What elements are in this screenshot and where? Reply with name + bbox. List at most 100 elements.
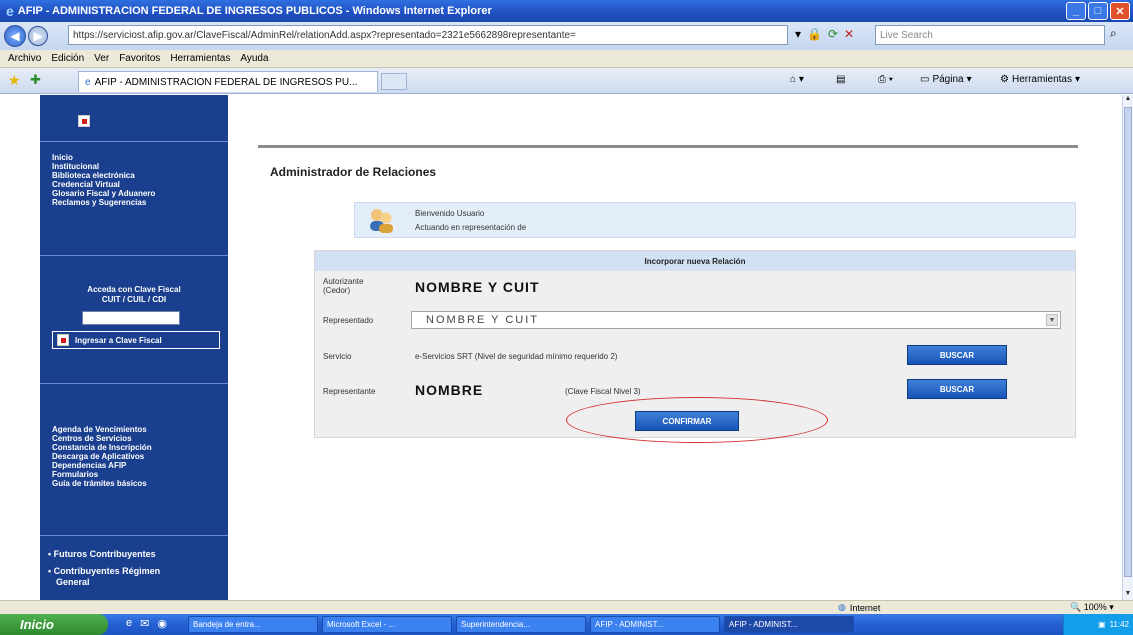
zone-label: Internet (849, 602, 881, 613)
vertical-scrollbar[interactable]: ▲ ▼ (1122, 95, 1133, 600)
scroll-up-icon[interactable]: ▲ (1124, 95, 1132, 105)
sidebar-item-biblioteca[interactable]: Biblioteca electrónica (52, 171, 155, 180)
clave-nivel: (Clave Fiscal Nivel 3) (565, 387, 641, 396)
page-menu-icon: ▭ (920, 74, 930, 85)
users-icon (370, 209, 393, 233)
sidebar-item-futuros[interactable]: • Futuros Contribuyentes (48, 549, 160, 560)
sidebar-item-centros[interactable]: Centros de Servicios (52, 434, 152, 443)
cuit-input[interactable] (82, 311, 180, 325)
sidebar-item-regimen[interactable]: • Contribuyentes Régimen (48, 566, 160, 577)
autorizante-value: NOMBRE Y CUIT (415, 279, 540, 295)
sidebar-mid-links: Agenda de Vencimientos Centros de Servic… (52, 425, 152, 488)
menu-ver[interactable]: Ver (94, 53, 109, 64)
zone-status: ◍ Internet (838, 602, 880, 613)
page-menu-label: Página (932, 74, 964, 85)
tab-afip[interactable]: e AFIP - ADMINISTRACION FEDERAL DE INGRE… (78, 71, 378, 92)
lock-icon[interactable]: 🔒 (807, 27, 822, 41)
gear-icon: ⚙ (1000, 74, 1009, 85)
ie-window: e AFIP - ADMINISTRACION FEDERAL DE INGRE… (0, 0, 1133, 635)
menu-favoritos[interactable]: Favoritos (119, 53, 160, 64)
sidebar-item-formularios[interactable]: Formularios (52, 470, 152, 479)
print-icon[interactable]: ⎙ ▾ (878, 74, 893, 85)
search-input[interactable]: Live Search (875, 25, 1105, 45)
ie-quick-icon[interactable]: e (126, 617, 132, 630)
sidebar-item-descarga[interactable]: Descarga de Aplicativos (52, 452, 152, 461)
sidebar-item-glosario[interactable]: Glosario Fiscal y Aduanero (52, 189, 155, 198)
sidebar-item-credencial[interactable]: Credencial Virtual (52, 180, 155, 189)
status-bar: ◍ Internet 🔍 100% ▾ (0, 600, 1133, 614)
menu-bar: Archivo Edición Ver Favoritos Herramient… (0, 50, 1133, 68)
back-button[interactable]: ◀ (4, 25, 26, 47)
sidebar-divider (40, 383, 228, 384)
tools-menu[interactable]: ⚙ Herramientas ▾ (1000, 74, 1080, 85)
representante-label: Representante (323, 387, 376, 396)
login-button[interactable]: Ingresar a Clave Fiscal (52, 331, 220, 349)
menu-archivo[interactable]: Archivo (8, 53, 41, 64)
sidebar-item-reclamos[interactable]: Reclamos y Sugerencias (52, 198, 155, 207)
network-icon[interactable]: ▣ (1098, 620, 1106, 629)
sidebar-item-constancia[interactable]: Constancia de Inscripción (52, 443, 152, 452)
welcome-user: Bienvenido Usuario (415, 209, 485, 218)
sidebar-item-dependencias[interactable]: Dependencias AFIP (52, 461, 152, 470)
address-bar[interactable]: https://serviciost.afip.gov.ar/ClaveFisc… (68, 25, 788, 45)
login-title: Acceda con Clave Fiscal (87, 285, 181, 294)
window-controls: _ □ ✕ (1066, 2, 1130, 20)
menu-herramientas[interactable]: Herramientas (170, 53, 230, 64)
task-afip-2[interactable]: AFIP - ADMINIST... (724, 616, 854, 633)
ie-logo-icon: e (6, 3, 14, 19)
new-tab-button[interactable] (381, 73, 407, 90)
clock: 11:42 (1109, 620, 1129, 629)
page-menu[interactable]: ▭ Página ▾ (920, 74, 972, 85)
dropdown-icon[interactable]: ▾ (795, 27, 801, 41)
buscar-representante-button[interactable]: BUSCAR (907, 379, 1007, 399)
representado-select[interactable]: NOMBRE Y CUIT ▼ (411, 311, 1061, 329)
minimize-icon[interactable]: _ (1066, 2, 1086, 20)
page-content: Inicio Institucional Biblioteca electrón… (0, 95, 1122, 600)
start-label: Inicio (20, 617, 54, 632)
feeds-icon[interactable]: ▤ (836, 74, 845, 85)
task-outlook[interactable]: Bandeja de entra... (188, 616, 318, 633)
zoom-control[interactable]: 🔍 100% ▾ (1070, 602, 1114, 613)
login-subtitle: CUIT / CUIL / CDI (101, 295, 167, 304)
buscar-servicio-button[interactable]: BUSCAR (907, 345, 1007, 365)
page-title: Administrador de Relaciones (270, 165, 437, 179)
chevron-down-icon: ▼ (1046, 314, 1058, 326)
stop-icon[interactable]: ✕ (844, 27, 854, 41)
sidebar-item-institucional[interactable]: Institucional (52, 162, 155, 171)
representado-value: NOMBRE Y CUIT (426, 314, 539, 326)
home-icon[interactable]: ⌂ ▾ (790, 74, 804, 85)
chevron-down-icon: ▾ (966, 74, 972, 85)
tools-menu-label: Herramientas (1011, 74, 1072, 85)
menu-edicion[interactable]: Edición (51, 53, 84, 64)
servicio-label: Servicio (323, 352, 352, 361)
close-icon[interactable]: ✕ (1110, 2, 1130, 20)
task-superintendencia[interactable]: Superintendencia... (456, 616, 586, 633)
add-favorites-icon[interactable]: ✚ (30, 72, 41, 88)
task-excel[interactable]: Microsoft Excel - ... (322, 616, 452, 633)
sidebar-item-inicio[interactable]: Inicio (52, 153, 155, 162)
highlight-oval (566, 397, 828, 443)
scroll-thumb[interactable] (1124, 107, 1132, 577)
address-url: https://serviciost.afip.gov.ar/ClaveFisc… (73, 29, 576, 41)
sidebar-divider (40, 255, 228, 256)
sidebar-item-agenda[interactable]: Agenda de Vencimientos (52, 425, 152, 434)
maximize-icon[interactable]: □ (1088, 2, 1108, 20)
scroll-down-icon[interactable]: ▼ (1124, 590, 1132, 600)
sidebar-item-general[interactable]: General (48, 577, 160, 588)
tab-label: AFIP - ADMINISTRACION FEDERAL DE INGRESO… (94, 76, 358, 88)
forward-button[interactable]: ▶ (28, 26, 48, 46)
refresh-icon[interactable]: ⟳ (828, 27, 838, 41)
search-icon[interactable]: ⌕ (1110, 26, 1117, 41)
sidebar-item-guia[interactable]: Guía de trámites básicos (52, 479, 152, 488)
address-icons: ▾ 🔒 ⟳ ✕ (795, 27, 854, 41)
servicio-value: e-Servicios SRT (Nivel de seguridad míni… (415, 352, 618, 361)
quick-launch: e ✉ ◉ (126, 617, 167, 630)
start-button[interactable]: Inicio (0, 614, 108, 635)
favorites-star-icon[interactable]: ★ (8, 72, 21, 89)
task-afip-1[interactable]: AFIP - ADMINIST... (590, 616, 720, 633)
media-quick-icon[interactable]: ◉ (157, 617, 167, 630)
outlook-quick-icon[interactable]: ✉ (140, 617, 149, 630)
menu-ayuda[interactable]: Ayuda (240, 53, 268, 64)
sidebar: Inicio Institucional Biblioteca electrón… (40, 95, 228, 600)
window-title: AFIP - ADMINISTRACION FEDERAL DE INGRESO… (17, 5, 492, 17)
